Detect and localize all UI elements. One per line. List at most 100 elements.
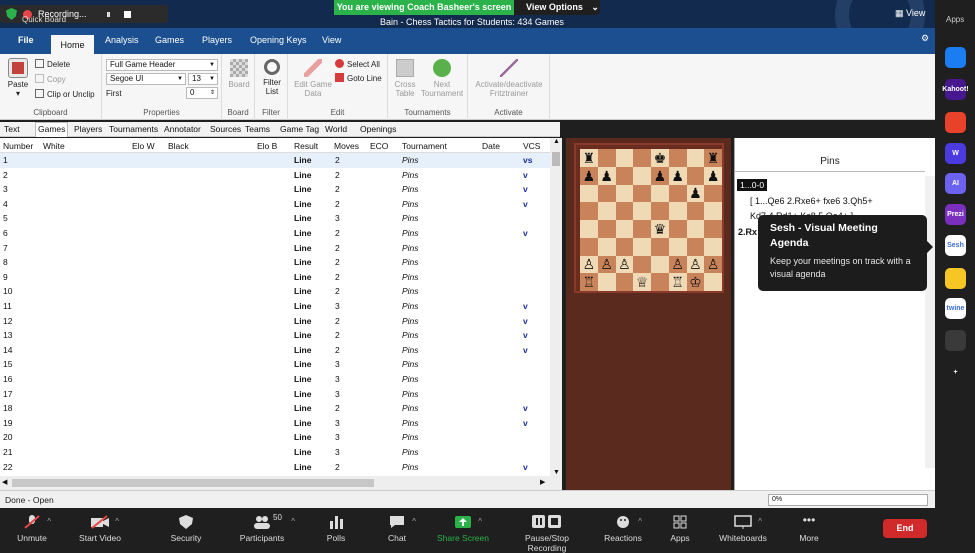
whiteboards-button[interactable]: ^ Whiteboards — [718, 515, 768, 543]
board-square[interactable]: ♟ — [686, 184, 705, 203]
tab-game-tag[interactable]: Game Tag — [278, 124, 321, 134]
app-grid-icon[interactable] — [945, 330, 966, 351]
chevron-up-icon[interactable]: ^ — [758, 517, 762, 526]
board-square[interactable] — [668, 202, 687, 220]
board-square[interactable] — [597, 273, 616, 291]
board-square[interactable] — [686, 237, 705, 256]
reactions-button[interactable]: ^ Reactions — [604, 515, 642, 543]
tab-sources[interactable]: Sources — [208, 124, 243, 134]
board-square[interactable] — [686, 166, 705, 185]
table-row[interactable]: 14 Line 2 Pins v — [0, 343, 550, 358]
board-square[interactable] — [633, 202, 651, 220]
col-white[interactable]: White — [43, 141, 65, 151]
chess-piece[interactable]: ♙ — [618, 257, 631, 271]
paste-button[interactable]: Paste ▾ — [6, 58, 30, 98]
menu-file[interactable]: File — [18, 35, 34, 45]
app-prezi-icon[interactable]: Prezi — [945, 204, 966, 225]
board-square[interactable] — [615, 273, 634, 291]
font-size-select[interactable]: 13 ▼ — [188, 73, 218, 85]
menu-tab-players[interactable]: Players — [202, 35, 232, 45]
copy-button[interactable]: Copy — [35, 74, 66, 84]
chess-piece[interactable]: ♖ — [583, 275, 596, 289]
activate-fritztrainer-button[interactable]: Activate/deactivate Fritztrainer — [471, 59, 547, 98]
col-elo-b[interactable]: Elo B — [257, 141, 277, 151]
chess-piece[interactable]: ♟ — [654, 169, 667, 183]
tab-text[interactable]: Text — [2, 124, 22, 134]
horizontal-scrollbar[interactable]: ◀ ▶ — [0, 476, 562, 490]
menu-tab-opening-keys[interactable]: Opening Keys — [250, 35, 307, 45]
board-square[interactable] — [668, 184, 687, 203]
edit-game-data-button[interactable]: Edit Game Data — [291, 59, 335, 98]
chess-piece[interactable]: ♛ — [654, 222, 667, 236]
board-square[interactable] — [704, 237, 722, 256]
board-square[interactable]: ♛ — [651, 220, 669, 238]
chess-piece[interactable]: ♟ — [583, 169, 596, 183]
delete-button[interactable]: Delete — [35, 59, 70, 69]
board-square[interactable] — [633, 166, 651, 185]
table-row[interactable]: 8 Line 2 Pins — [0, 255, 550, 270]
view-options-button[interactable]: View Options ⌄ — [514, 0, 600, 15]
tab-annotator[interactable]: Annotator — [162, 124, 203, 134]
clip-unclip-button[interactable]: Clip or Unclip — [35, 89, 95, 99]
chess-piece[interactable]: ♖ — [671, 275, 684, 289]
chess-piece[interactable]: ♙ — [689, 257, 702, 271]
chevron-right-icon[interactable]: ▶ — [540, 478, 545, 486]
col-elo-w[interactable]: Elo W — [132, 141, 155, 151]
table-row[interactable]: 10 Line 2 Pins — [0, 284, 550, 299]
app-twine-icon[interactable]: twine — [945, 298, 966, 319]
table-row[interactable]: 11 Line 3 Pins v — [0, 299, 550, 314]
board-square[interactable]: ♟ — [668, 166, 687, 185]
chess-piece[interactable]: ♟ — [689, 186, 702, 200]
chevron-up-icon[interactable]: ^ — [291, 517, 295, 526]
board-square[interactable]: ♙ — [615, 255, 634, 274]
table-row[interactable]: 17 Line 3 Pins — [0, 387, 550, 402]
table-row[interactable]: 19 Line 3 Pins v — [0, 416, 550, 431]
stop-icon[interactable] — [123, 10, 131, 18]
board-square[interactable] — [633, 255, 651, 274]
board-square[interactable] — [651, 273, 669, 291]
menu-tab-games[interactable]: Games — [155, 35, 184, 45]
variation-line-1[interactable]: [ 1...Qe6 2.Rxe6+ fxe6 3.Qh5+ — [750, 196, 873, 206]
pause-icon[interactable]: ıı — [107, 9, 111, 19]
tab-world[interactable]: World — [323, 124, 349, 134]
board-square[interactable] — [668, 149, 687, 167]
main-line-move[interactable]: 2.Rx — [738, 227, 757, 237]
board-square[interactable]: ♖ — [668, 273, 687, 291]
table-row[interactable]: 20 Line 3 Pins — [0, 430, 550, 445]
security-button[interactable]: Security — [170, 515, 202, 543]
board-square[interactable] — [615, 202, 634, 220]
share-screen-button[interactable]: ^ Share Screen — [437, 515, 489, 543]
table-row[interactable]: 7 Line 2 Pins — [0, 241, 550, 256]
board-square[interactable] — [651, 202, 669, 220]
chevron-down-icon[interactable]: ▼ — [553, 469, 560, 476]
board-square[interactable] — [580, 220, 598, 238]
board-square[interactable] — [668, 220, 687, 238]
view-button[interactable]: ▦ View — [895, 8, 925, 19]
board-square[interactable] — [704, 273, 722, 291]
tab-openings[interactable]: Openings — [358, 124, 398, 134]
board-square[interactable] — [651, 184, 669, 203]
board-square[interactable]: ♙ — [686, 255, 705, 274]
cross-table-button[interactable]: Cross Table — [391, 59, 419, 98]
current-move[interactable]: 1...0-0 — [737, 179, 768, 191]
menu-tab-home[interactable]: Home — [51, 35, 94, 55]
board-square[interactable] — [580, 237, 598, 256]
col-date[interactable]: Date — [482, 141, 500, 151]
chess-piece[interactable]: ♟ — [600, 169, 613, 183]
app-sesh-icon[interactable]: Sesh — [945, 235, 966, 256]
board-square[interactable]: ♙ — [580, 255, 598, 274]
goto-line-button[interactable]: Goto Line — [335, 73, 382, 83]
board-square[interactable] — [615, 149, 634, 167]
end-button[interactable]: End — [883, 519, 927, 538]
col-number[interactable]: Number — [3, 141, 33, 151]
vertical-scrollbar[interactable]: ▲ ▼ — [550, 138, 562, 476]
table-row[interactable]: 1 Line 2 Pins vs — [0, 153, 550, 168]
chevron-up-icon[interactable]: ^ — [638, 517, 642, 526]
tab-tournaments[interactable]: Tournaments — [107, 124, 160, 134]
board-square[interactable]: ♙ — [704, 255, 722, 274]
col-tournament[interactable]: Tournament — [402, 141, 447, 151]
polls-button[interactable]: Polls — [322, 515, 350, 543]
chess-piece[interactable]: ♚ — [654, 151, 667, 165]
board-square[interactable] — [597, 202, 616, 220]
board-square[interactable]: ♚ — [651, 149, 669, 167]
